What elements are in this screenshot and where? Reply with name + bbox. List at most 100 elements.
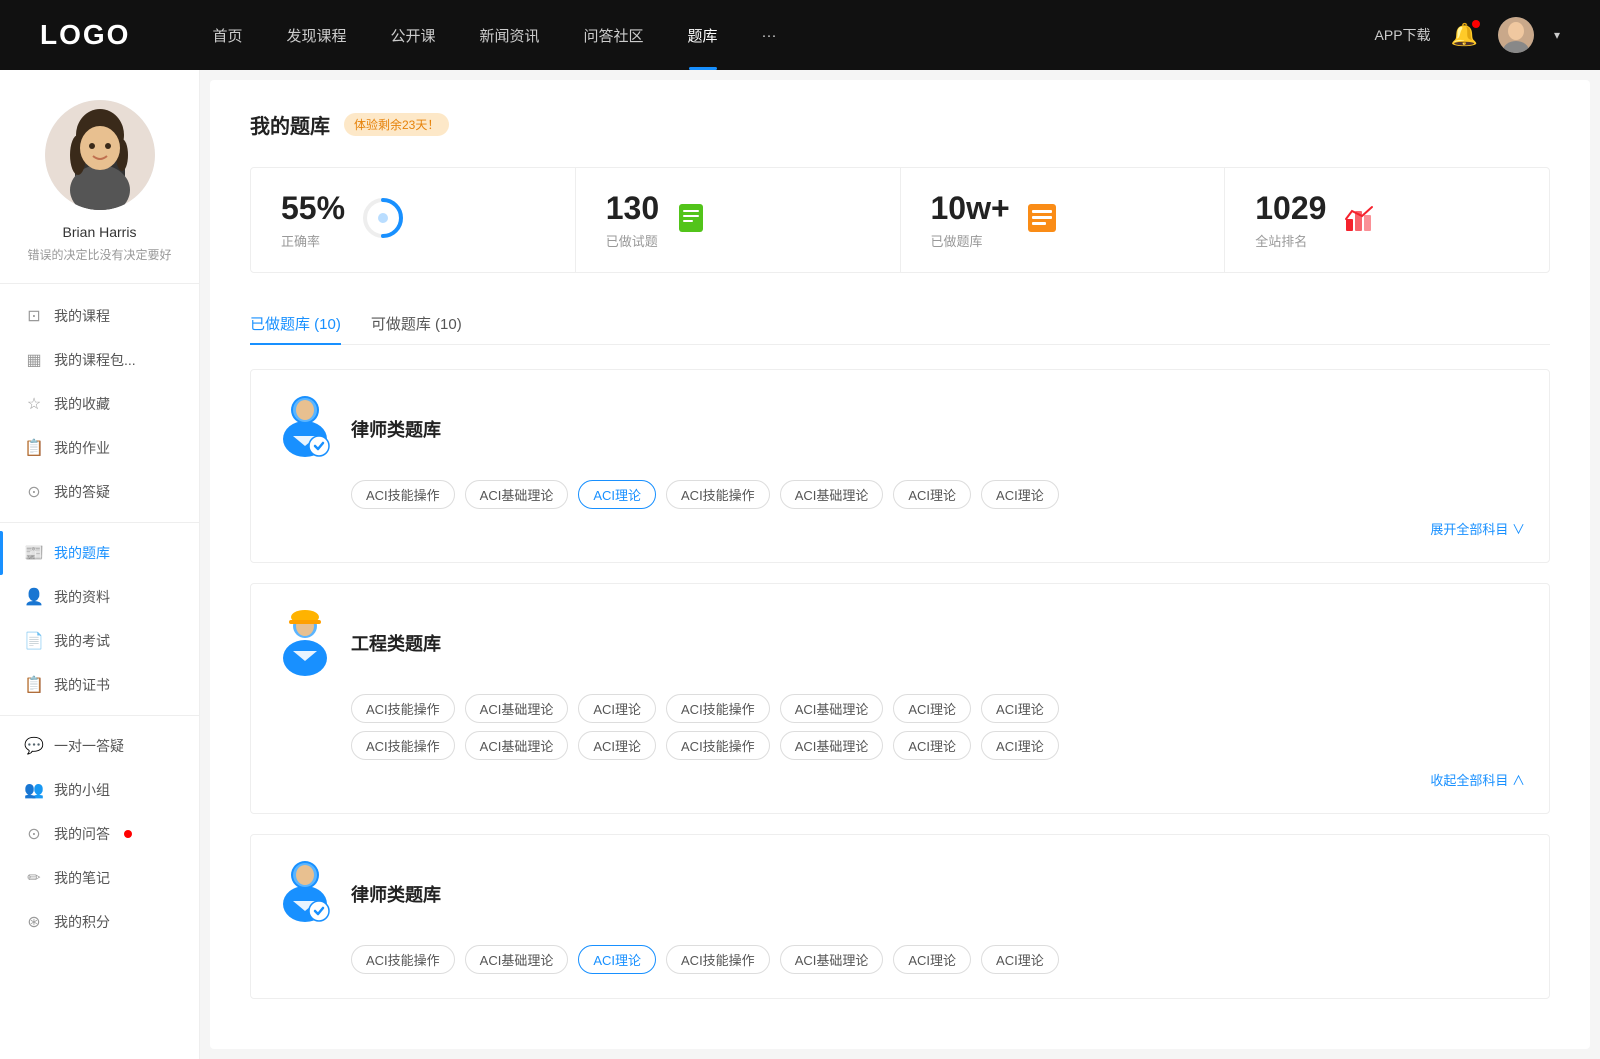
qb2-title: 工程类题库 <box>351 630 441 656</box>
sidebar-item-homework[interactable]: 📋 我的作业 <box>0 426 199 470</box>
qb3-tag-4[interactable]: ACI基础理论 <box>780 945 884 974</box>
qb2-tag-r2-6[interactable]: ACI理论 <box>981 731 1059 760</box>
qb1-tag-5[interactable]: ACI理论 <box>893 480 971 509</box>
qb3-tag-5[interactable]: ACI理论 <box>893 945 971 974</box>
sidebar-label-exam: 我的考试 <box>54 631 110 651</box>
sidebar-item-materials[interactable]: 👤 我的资料 <box>0 575 199 619</box>
sidebar-item-question-bank[interactable]: 📰 我的题库 <box>0 531 199 575</box>
qb2-tag-r1-0[interactable]: ACI技能操作 <box>351 694 455 723</box>
qb2-tag-r1-6[interactable]: ACI理论 <box>981 694 1059 723</box>
sidebar-item-exam[interactable]: 📄 我的考试 <box>0 619 199 663</box>
qb1-expand-row: 展开全部科目 ∨ <box>275 519 1525 538</box>
sidebar-item-courses[interactable]: ⊡ 我的课程 <box>0 294 199 338</box>
sidebar-label-questions: 我的问答 <box>54 824 110 844</box>
sidebar-label-tutoring: 一对一答疑 <box>54 736 124 756</box>
user-avatar[interactable] <box>1498 17 1534 53</box>
nav-opencourse[interactable]: 公开课 <box>368 0 457 70</box>
qb3-tag-2[interactable]: ACI理论 <box>578 945 656 974</box>
sidebar-label-certificate: 我的证书 <box>54 675 110 695</box>
stat-ranking: 1029 全站排名 <box>1225 168 1549 272</box>
tabs: 已做题库 (10) 可做题库 (10) <box>250 303 1550 345</box>
nav-qa[interactable]: 问答社区 <box>562 0 666 70</box>
qb2-tag-r2-2[interactable]: ACI理论 <box>578 731 656 760</box>
trial-badge: 体验剩余23天！ <box>344 113 449 136</box>
qb1-tag-6[interactable]: ACI理论 <box>981 480 1059 509</box>
tab-done[interactable]: 已做题库 (10) <box>250 303 341 344</box>
sidebar-label-package: 我的课程包... <box>54 350 136 370</box>
bell-dot <box>1472 20 1480 28</box>
qb1-tag-2[interactable]: ACI理论 <box>578 480 656 509</box>
qb2-tag-r2-0[interactable]: ACI技能操作 <box>351 731 455 760</box>
profile-name: Brian Harris <box>63 224 137 240</box>
sidebar-item-questions[interactable]: ⊙ 我的问答 <box>0 812 199 856</box>
qb1-tag-4[interactable]: ACI基础理论 <box>780 480 884 509</box>
nav-more[interactable]: ··· <box>740 0 799 70</box>
stat-rank-value-group: 1029 全站排名 <box>1255 190 1326 250</box>
sidebar-item-certificate[interactable]: 📋 我的证书 <box>0 663 199 707</box>
tutoring-icon: 💬 <box>24 736 44 756</box>
qb2-tag-r2-3[interactable]: ACI技能操作 <box>666 731 770 760</box>
qb1-expand-link[interactable]: 展开全部科目 ∨ <box>275 519 1525 538</box>
qb2-tag-r2-5[interactable]: ACI理论 <box>893 731 971 760</box>
questions-dot <box>124 830 132 838</box>
bar-chart-icon <box>1342 201 1376 235</box>
stat-done-b-value: 10w+ <box>931 190 1010 227</box>
sidebar-item-groups[interactable]: 👥 我的小组 <box>0 768 199 812</box>
sidebar-label-qa: 我的答疑 <box>54 482 110 502</box>
stat-done-questions: 130 已做试题 <box>576 168 901 272</box>
cert-icon: 📋 <box>24 675 44 695</box>
qb1-tag-3[interactable]: ACI技能操作 <box>666 480 770 509</box>
qb2-tag-r2-4[interactable]: ACI基础理论 <box>780 731 884 760</box>
qb2-tag-r1-3[interactable]: ACI技能操作 <box>666 694 770 723</box>
logo: LOGO <box>40 19 130 51</box>
qb2-tag-r1-1[interactable]: ACI基础理论 <box>465 694 569 723</box>
sidebar-item-favorites[interactable]: ☆ 我的收藏 <box>0 382 199 426</box>
qb2-tag-r1-2[interactable]: ACI理论 <box>578 694 656 723</box>
qb3-tag-1[interactable]: ACI基础理论 <box>465 945 569 974</box>
qb1-tag-1[interactable]: ACI基础理论 <box>465 480 569 509</box>
nav-exam[interactable]: 题库 <box>666 0 740 70</box>
navbar: LOGO 首页 发现课程 公开课 新闻资讯 问答社区 题库 ··· APP下载 … <box>0 0 1600 70</box>
avatar-image <box>1498 17 1534 53</box>
stat-done-q-icon <box>675 202 707 239</box>
stat-accuracy-value: 55% <box>281 190 345 227</box>
sidebar-divider-2 <box>0 715 199 716</box>
qbank-icon: 📰 <box>24 543 44 563</box>
nav-discover[interactable]: 发现课程 <box>264 0 368 70</box>
qb3-tag-3[interactable]: ACI技能操作 <box>666 945 770 974</box>
sidebar-item-notes[interactable]: ✏ 我的笔记 <box>0 856 199 900</box>
qb2-tag-r1-5[interactable]: ACI理论 <box>893 694 971 723</box>
qb3-tag-0[interactable]: ACI技能操作 <box>351 945 455 974</box>
qb2-tags-row2: ACI技能操作 ACI基础理论 ACI理论 ACI技能操作 ACI基础理论 AC… <box>351 731 1525 760</box>
page-title: 我的题库 <box>250 110 330 139</box>
stat-done-b-value-group: 10w+ 已做题库 <box>931 190 1010 250</box>
bell-button[interactable]: 🔔 <box>1451 22 1478 48</box>
qb3-header: 律师类题库 <box>275 859 1525 929</box>
qb-section-3: 律师类题库 ACI技能操作 ACI基础理论 ACI理论 ACI技能操作 ACI基… <box>250 834 1550 999</box>
stat-accuracy: 55% 正确率 <box>251 168 576 272</box>
stat-accuracy-label: 正确率 <box>281 231 345 250</box>
qb3-tag-6[interactable]: ACI理论 <box>981 945 1059 974</box>
qb2-tag-r2-1[interactable]: ACI基础理论 <box>465 731 569 760</box>
qb1-icon <box>275 394 335 464</box>
sidebar-label-notes: 我的笔记 <box>54 868 110 888</box>
exam-icon: 📄 <box>24 631 44 651</box>
stats-row: 55% 正确率 130 已做试题 <box>250 167 1550 273</box>
sidebar-item-course-package[interactable]: ▦ 我的课程包... <box>0 338 199 382</box>
tab-available[interactable]: 可做题库 (10) <box>371 303 462 344</box>
nav-news[interactable]: 新闻资讯 <box>458 0 562 70</box>
app-download[interactable]: APP下载 <box>1375 25 1431 45</box>
qa-icon: ⊙ <box>24 482 44 502</box>
sidebar-label-courses: 我的课程 <box>54 306 110 326</box>
sidebar-item-points[interactable]: ⊛ 我的积分 <box>0 900 199 944</box>
stat-done-b-label: 已做题库 <box>931 231 1010 250</box>
stat-rank-value: 1029 <box>1255 190 1326 227</box>
nav-home[interactable]: 首页 <box>190 0 264 70</box>
qb2-collapse-link[interactable]: 收起全部科目 ∧ <box>275 770 1525 789</box>
sidebar-item-qa[interactable]: ⊙ 我的答疑 <box>0 470 199 514</box>
qb1-tag-0[interactable]: ACI技能操作 <box>351 480 455 509</box>
qb2-tag-r1-4[interactable]: ACI基础理论 <box>780 694 884 723</box>
qb2-tags-row1: ACI技能操作 ACI基础理论 ACI理论 ACI技能操作 ACI基础理论 AC… <box>351 694 1525 723</box>
user-dropdown-chevron[interactable]: ▾ <box>1554 28 1560 42</box>
sidebar-item-tutoring[interactable]: 💬 一对一答疑 <box>0 724 199 768</box>
